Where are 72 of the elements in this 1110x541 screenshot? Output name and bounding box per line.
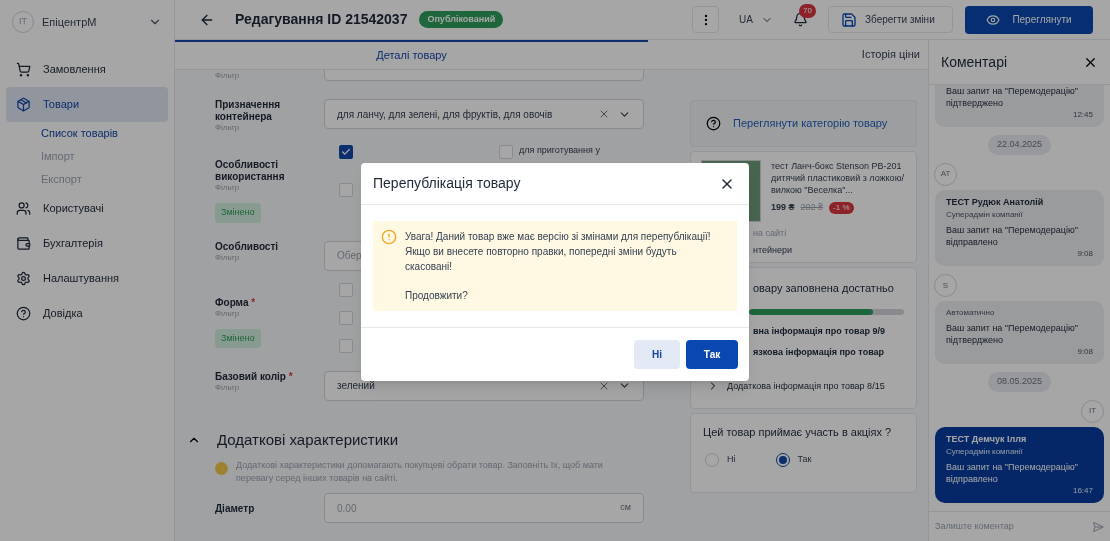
confirm-button[interactable]: Так [686,340,738,369]
category-name: нтейнери [753,243,793,257]
warning-icon [381,229,397,245]
settings-icon [16,271,31,286]
account-name[interactable]: ЕпіцентрМ [42,13,140,31]
comment-time: 16:47 [1072,485,1093,497]
comment-author: ТЕСТ Демчук Ілля [946,432,1028,446]
help-icon [16,306,31,321]
radio-label: Так [797,452,812,466]
checkbox[interactable] [339,145,353,159]
product-title[interactable]: тест Ланч-бокс Stenson PB-201 дитячий пластиковий з ложкою/вилкою "Веселка"... [771,160,906,196]
field-label: Особливості використання [215,159,286,183]
nav-item[interactable]: Товари [6,87,168,122]
warning-question: Продовжити? [405,289,469,303]
nav-item[interactable]: Бухгалтерія [6,226,168,261]
preview-button[interactable]: Переглянути [965,5,1093,34]
help-icon [706,116,721,131]
save-button[interactable]: Зберегти зміни [828,6,953,33]
comment-text: Ваш запит на "Перемодерацію" відправлено [946,461,1079,485]
comment-text: Ваш запит на "Перемодерацію" підтверджено [946,322,1079,346]
radio-label: Ні [727,452,736,466]
users-icon [16,201,31,216]
comment-text: Ваш запит на "Перемодерацію" відправлено [946,224,1079,248]
field-label: Особливості [215,240,280,253]
tab[interactable]: Історія ціни [648,40,928,69]
bell-icon[interactable] [793,12,808,27]
section-title: Додаткові характеристики [217,429,399,450]
nav-item[interactable]: Замовлення [6,52,168,87]
language-select[interactable]: UA [731,12,781,27]
discount-badge: -1 % [829,201,854,214]
option-label: для приготування у [519,145,600,156]
comment-role: Суперадмін компанії [946,446,1024,458]
nav-item[interactable]: Довідка [6,296,168,331]
changed-badge: Змінено [215,203,261,223]
warning-text: Увага! Даний товар вже має версію зі змінами для перепублікації! Якщо ви внесете повторно правки, попередні зміни будуть скасовані! [405,230,712,274]
comment-author: ТЕСТ Рудюк Анатолій [946,195,1045,209]
box-icon [16,97,31,112]
field-label: Призначення контейнера [215,99,282,123]
page-title: Редагування ID 21542037 [235,10,408,29]
dialog-title: Перепублікація товару [373,174,521,193]
quality-item[interactable]: вна інформація про товар 9/9 [753,324,906,338]
nav-item[interactable]: Користувачі [6,191,168,226]
wallet-icon [16,236,31,251]
comment-role: Суперадмін компанії [946,209,1024,221]
promo-question: Цей товар приймає участь в акціях ? [703,425,893,440]
quality-item[interactable]: Додаткова інформація про товар 8/15 [727,379,885,393]
quality-item[interactable]: язкова інформація про товар [753,346,906,360]
comment-time: 12:45 [1072,109,1093,121]
field-label: Форма * [215,296,257,309]
date-separator: 22.04.2025 [987,135,1051,155]
comment-text: Ваш запит на "Перемодерацію" підтверджено [946,85,1079,109]
nav-item[interactable]: Налаштування [6,261,168,296]
quality-title: овару заповнена достатньо [753,281,895,296]
date-separator: 08.05.2025 [987,372,1051,392]
field-label: Базовий колір * [215,370,294,383]
comment-time: 9:08 [1077,248,1093,260]
number-field[interactable]: 0.00 см [324,493,644,523]
cancel-button[interactable]: Ні [634,340,680,369]
comment-time: 9:08 [1077,346,1093,358]
eye-icon [986,12,1001,27]
cart-icon [16,62,31,77]
nav-subitem[interactable]: Список товарів [41,122,118,145]
changed-badge: Змінено [215,328,261,348]
category-link-card[interactable]: Переглянути категорію товару [690,100,917,147]
field-label: Діаметр [215,502,256,516]
old-price: 202 ₴ [800,201,824,214]
notification-count: 70 [799,4,816,18]
price: 199 ₴ [771,201,795,214]
status-badge: Опублікований [419,10,504,29]
panel-title: Коментарі [941,52,1008,72]
comment-role: Автоматично [946,307,996,319]
check-icon [341,147,351,157]
